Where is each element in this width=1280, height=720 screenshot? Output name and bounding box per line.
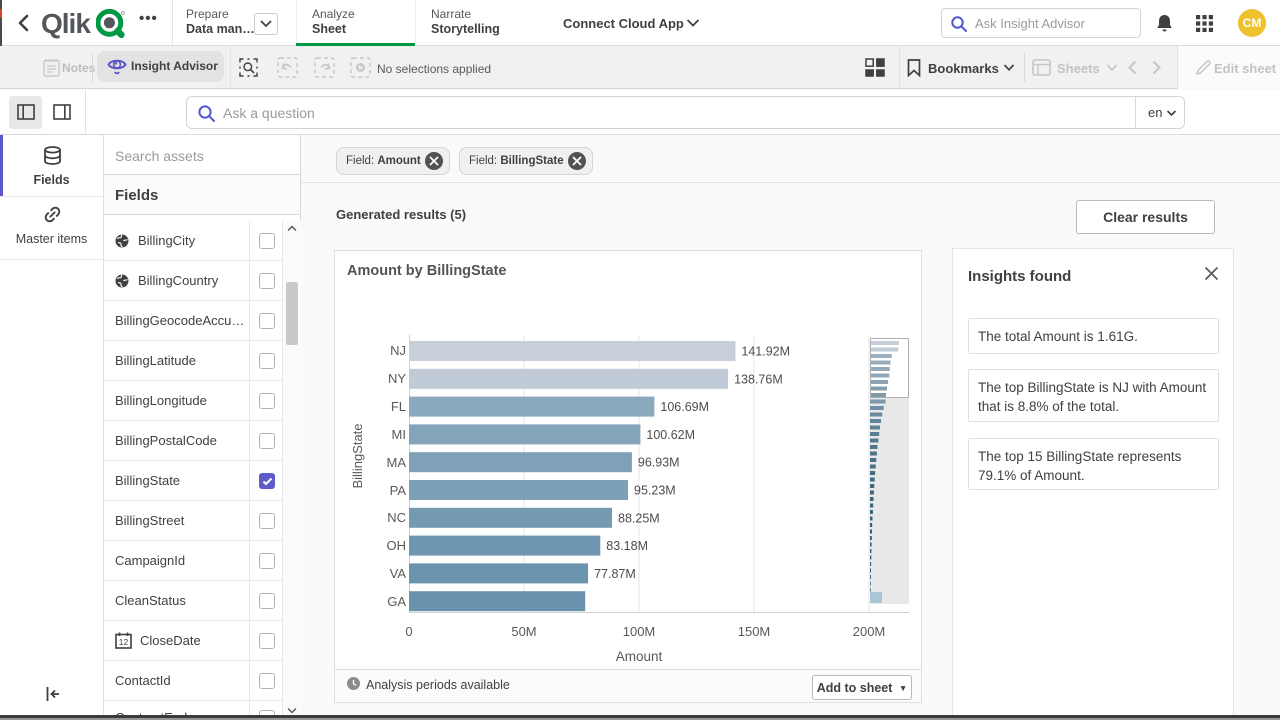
svg-text:150M: 150M: [738, 624, 771, 639]
svg-text:NJ: NJ: [390, 343, 406, 358]
svg-text:100M: 100M: [623, 624, 656, 639]
svg-text:MA: MA: [387, 455, 407, 470]
svg-text:BillingState: BillingState: [350, 423, 365, 488]
svg-text:VA: VA: [390, 566, 407, 581]
svg-text:77.87M: 77.87M: [594, 567, 636, 581]
svg-text:NC: NC: [387, 510, 406, 525]
svg-text:GA: GA: [387, 594, 406, 609]
svg-text:50M: 50M: [511, 624, 536, 639]
svg-text:PA: PA: [390, 483, 407, 498]
svg-text:12: 12: [119, 637, 129, 647]
svg-text:100.62M: 100.62M: [646, 428, 695, 442]
svg-text:OH: OH: [387, 538, 407, 553]
svg-text:NY: NY: [388, 371, 406, 386]
svg-text:0: 0: [405, 624, 412, 639]
svg-text:MI: MI: [392, 427, 406, 442]
svg-text:200M: 200M: [853, 624, 886, 639]
svg-text:Amount: Amount: [616, 649, 663, 664]
svg-text:FL: FL: [391, 399, 406, 414]
svg-text:138.76M: 138.76M: [734, 372, 783, 386]
svg-text:88.25M: 88.25M: [618, 511, 660, 525]
svg-text:141.92M: 141.92M: [741, 345, 790, 359]
svg-text:95.23M: 95.23M: [634, 484, 676, 498]
svg-text:83.18M: 83.18M: [606, 539, 648, 553]
svg-text:96.93M: 96.93M: [638, 456, 680, 470]
svg-text:106.69M: 106.69M: [660, 400, 709, 414]
